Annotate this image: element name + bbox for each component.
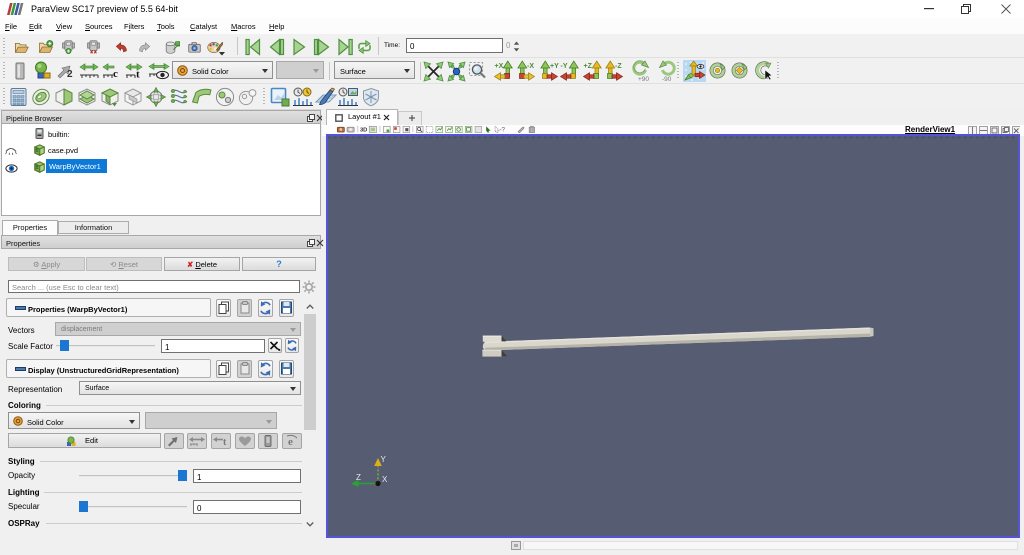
svg-text:e: e bbox=[288, 436, 293, 448]
svg-text:2: 2 bbox=[67, 69, 73, 80]
svg-text:-Y: -Y bbox=[561, 63, 568, 70]
svg-text:+X: +X bbox=[495, 63, 504, 70]
svg-text:t: t bbox=[223, 437, 227, 448]
svg-text:-?: -? bbox=[500, 127, 506, 133]
svg-text:+Y: +Y bbox=[550, 63, 559, 70]
svg-text:+Z: +Z bbox=[584, 63, 593, 70]
svg-text:Y: Y bbox=[381, 455, 387, 464]
svg-text:t: t bbox=[136, 69, 140, 81]
svg-text:-Z: -Z bbox=[615, 63, 622, 70]
svg-text:-90: -90 bbox=[662, 76, 672, 82]
svg-text:X: X bbox=[382, 475, 388, 484]
svg-text:-X: -X bbox=[527, 63, 534, 70]
svg-text:+90: +90 bbox=[638, 76, 649, 82]
svg-text:Z: Z bbox=[356, 473, 361, 482]
svg-text:3D: 3D bbox=[360, 128, 367, 133]
svg-text:c: c bbox=[113, 68, 118, 80]
